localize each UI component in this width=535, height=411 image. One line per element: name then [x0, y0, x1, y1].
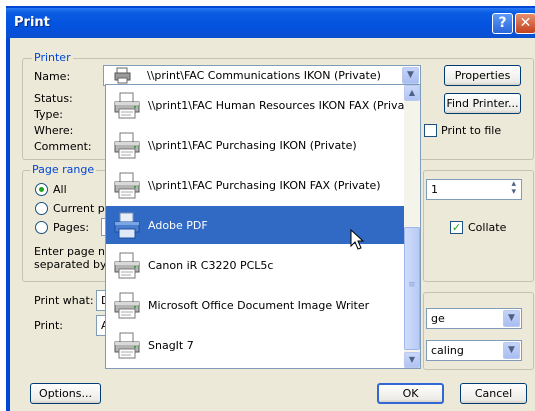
close-button[interactable]: ✕ [515, 13, 535, 34]
pages-label[interactable]: Pages: [53, 221, 89, 234]
printer-icon [112, 250, 142, 280]
printer-group-label: Printer [32, 51, 73, 64]
printer-list-item[interactable]: SnagIt 7 [106, 326, 404, 364]
status-label: Status: [34, 92, 73, 105]
printer-name-select[interactable]: \\print\FAC Communications IKON (Private… [103, 65, 421, 86]
cancel-button[interactable]: Cancel [460, 383, 527, 404]
pages-per-sheet-select[interactable]: ge ▼ [426, 308, 522, 329]
properties-button[interactable]: Properties [444, 65, 521, 86]
chevron-down-icon[interactable]: ▼ [503, 342, 520, 359]
pdf-printer-icon [112, 210, 142, 240]
page-range-hint-line2: separated by [34, 258, 107, 271]
printer-icon [112, 330, 142, 360]
current-page-radio[interactable] [35, 202, 48, 215]
number-of-copies-input[interactable]: 1 ▴ ▾ [426, 179, 522, 200]
ok-button[interactable]: OK [377, 383, 444, 404]
print-what-label: Print what: [34, 294, 94, 307]
printer-icon [112, 290, 142, 320]
page-range-label: Page range [30, 163, 97, 176]
chevron-down-icon[interactable]: ▼ [503, 310, 520, 327]
name-label: Name: [34, 70, 71, 83]
printer-list-item[interactable]: Canon iR C3220 PCL5c [106, 246, 404, 284]
printer-dropdown-list[interactable]: \\print1\FAC Human Resources IKON FAX (P… [105, 84, 421, 369]
print-to-file-checkbox[interactable] [424, 124, 437, 137]
print-label: Print: [34, 319, 64, 332]
type-label: Type: [34, 108, 63, 121]
title-bar[interactable]: Print ? ✕ [6, 8, 535, 38]
printer-icon [112, 130, 142, 160]
printer-list-item-label: \\print1\FAC Purchasing IKON (Private) [148, 139, 357, 152]
page-range-hint-line1: Enter page nu [34, 245, 112, 258]
all-radio-label[interactable]: All [53, 183, 67, 196]
printer-name-value: \\print\FAC Communications IKON (Private… [147, 69, 381, 82]
printer-list-item-label: \\print1\FAC Human Resources IKON FAX (P… [148, 99, 420, 112]
grip-icon: ≡ [408, 280, 416, 290]
dropdown-scrollbar[interactable]: ▲ ≡ ▼ [404, 85, 420, 368]
printer-small-icon [114, 67, 132, 84]
collate-label[interactable]: Collate [468, 221, 506, 234]
printer-list-item[interactable]: \\print1\FAC Purchasing IKON FAX (Privat… [106, 166, 404, 204]
close-icon: ✕ [519, 15, 532, 31]
chevron-down-icon: ▼ [408, 355, 416, 364]
printer-icon [112, 170, 142, 200]
printer-list-item-label: \\print1\FAC Purchasing IKON FAX (Privat… [148, 179, 381, 192]
help-icon: ? [498, 15, 507, 31]
help-button[interactable]: ? [492, 13, 513, 34]
printer-list-item[interactable]: Microsoft Office Document Image Writer [106, 286, 404, 324]
where-label: Where: [34, 124, 74, 137]
chevron-up-icon: ▲ [408, 88, 416, 97]
scroll-down-button[interactable]: ▼ [404, 352, 420, 368]
all-radio[interactable] [35, 183, 48, 196]
scrollbar-thumb[interactable]: ≡ [404, 227, 420, 350]
scroll-up-button[interactable]: ▲ [404, 85, 420, 101]
scale-select[interactable]: caling ▼ [426, 340, 522, 361]
scale-value: caling [431, 344, 464, 357]
printer-list-item-label: Microsoft Office Document Image Writer [148, 299, 370, 312]
pages-radio[interactable] [35, 221, 48, 234]
printer-list-item[interactable]: \\print1\FAC Human Resources IKON FAX (P… [106, 86, 420, 124]
printer-list-item-label: SnagIt 7 [148, 339, 194, 352]
mouse-cursor-icon [350, 228, 366, 251]
find-printer-button[interactable]: Find Printer... [444, 93, 521, 114]
chevron-down-icon[interactable]: ▼ [402, 67, 419, 84]
window-title: Print [14, 15, 50, 30]
printer-list-item[interactable]: \\print1\FAC Purchasing IKON (Private) [106, 126, 404, 164]
spin-down-icon[interactable]: ▾ [511, 187, 516, 197]
printer-list-item-label: Canon iR C3220 PCL5c [148, 259, 274, 272]
options-button[interactable]: Options... [30, 383, 101, 404]
comment-label: Comment: [34, 140, 92, 153]
pages-per-sheet-value: ge [431, 312, 445, 325]
current-page-label[interactable]: Current pa [53, 202, 112, 215]
printer-list-item-label: Adobe PDF [148, 219, 208, 232]
print-to-file-label[interactable]: Print to file [441, 124, 501, 137]
collate-checkbox[interactable]: ✓ [450, 221, 463, 234]
copies-value: 1 [431, 183, 438, 196]
printer-icon [112, 90, 142, 120]
